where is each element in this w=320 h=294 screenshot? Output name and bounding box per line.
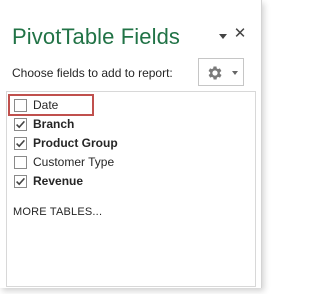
pane-title: PivotTable Fields	[12, 24, 180, 49]
field-checkbox[interactable]	[14, 118, 27, 131]
field-checkbox[interactable]	[14, 156, 27, 169]
field-checkbox[interactable]	[14, 99, 27, 112]
field-list: Date Branch Product Group Customer Type Reve…	[6, 91, 256, 287]
field-row-revenue[interactable]: Revenue	[7, 172, 247, 191]
field-row-customer-type[interactable]: Customer Type	[7, 153, 247, 172]
gear-icon	[208, 66, 222, 80]
pane-subtitle: Choose fields to add to report:	[12, 66, 173, 80]
tools-button[interactable]	[198, 58, 244, 86]
field-label: Revenue	[33, 174, 84, 188]
field-label: Customer Type	[33, 155, 115, 169]
field-label: Product Group	[33, 136, 118, 150]
checkmark-icon	[16, 139, 25, 148]
field-label: Branch	[33, 117, 75, 131]
field-row-branch[interactable]: Branch	[7, 115, 247, 134]
checkmark-icon	[16, 177, 25, 186]
field-checkbox[interactable]	[14, 137, 27, 150]
chevron-down-icon	[232, 71, 238, 75]
close-icon[interactable]: ✕	[232, 26, 248, 42]
field-label: Date	[33, 98, 59, 112]
field-checkbox[interactable]	[14, 175, 27, 188]
field-row-date[interactable]: Date	[7, 96, 247, 115]
chevron-down-icon[interactable]	[219, 34, 227, 39]
more-tables-link[interactable]: MORE TABLES...	[13, 206, 102, 218]
field-row-product-group[interactable]: Product Group	[7, 134, 247, 153]
pivottable-fields-pane: PivotTable Fields ✕ Choose fields to add…	[0, 0, 262, 288]
checkmark-icon	[16, 120, 25, 129]
